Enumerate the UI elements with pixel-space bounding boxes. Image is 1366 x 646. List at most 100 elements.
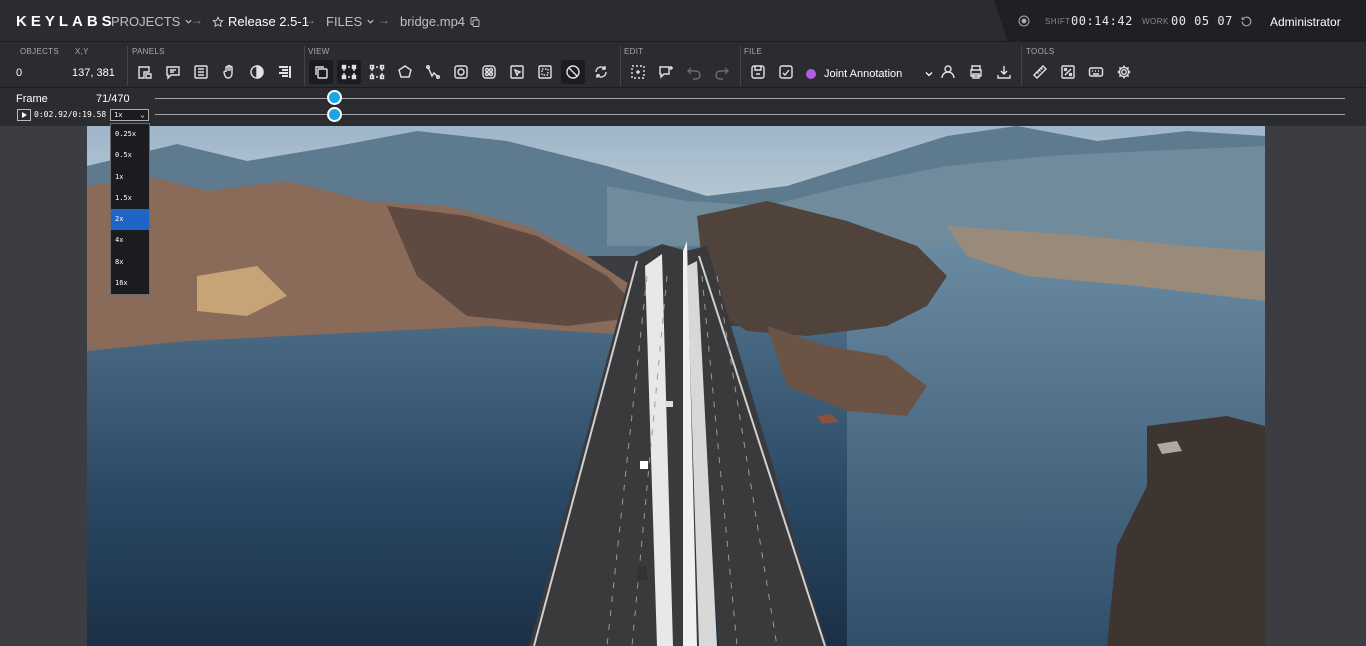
- panel-layout-icon: [138, 66, 152, 79]
- download-button[interactable]: [992, 60, 1016, 84]
- hand-icon: [223, 64, 233, 79]
- undo-button[interactable]: [682, 60, 706, 84]
- history-icon[interactable]: [1240, 15, 1253, 28]
- frame-label: Frame: [16, 93, 48, 105]
- project-crumb[interactable]: Release 2.5-1: [212, 14, 309, 29]
- ruler-tool-button[interactable]: [1028, 60, 1052, 84]
- star-icon[interactable]: [212, 15, 224, 28]
- export-icon: [779, 65, 793, 79]
- print-button[interactable]: [964, 60, 988, 84]
- percent-tool-button[interactable]: [1056, 60, 1080, 84]
- top-bar: KEYLABS PROJECTS → Release 2.5-1 → FILES…: [0, 0, 1366, 42]
- projects-menu[interactable]: PROJECTS: [111, 14, 193, 29]
- speed-option[interactable]: 2x: [111, 209, 149, 231]
- breadcrumb-arrow-icon: →: [304, 13, 316, 27]
- settings-button[interactable]: [1112, 60, 1136, 84]
- assign-user-button[interactable]: [936, 60, 960, 84]
- file-label: FILE: [744, 47, 763, 56]
- divider: [620, 46, 621, 86]
- chevron-down-icon: [367, 19, 374, 24]
- xy-label: X,Y: [75, 47, 89, 56]
- hide-view-button[interactable]: [561, 60, 585, 84]
- annotation-mode-label: Joint Annotation: [824, 68, 903, 80]
- points-view-button[interactable]: [421, 60, 445, 84]
- play-button[interactable]: [17, 109, 31, 121]
- segmentation-icon: [482, 65, 496, 79]
- rotate-view-button[interactable]: [589, 60, 613, 84]
- cursor-coordinates: 137, 381: [72, 67, 115, 79]
- speed-option[interactable]: 1x: [111, 167, 149, 188]
- points-icon: [426, 65, 440, 79]
- printer-icon: [970, 65, 982, 79]
- select-area-icon: [631, 65, 645, 79]
- comment-icon: [166, 66, 180, 80]
- view-label: VIEW: [308, 47, 330, 56]
- polygon-icon: [398, 65, 412, 78]
- frame-scrubber-handle[interactable]: [327, 90, 343, 105]
- add-comment-button[interactable]: [654, 60, 678, 84]
- annotation-color-dot: [806, 69, 816, 79]
- work-timer: 00 05 07: [1171, 14, 1233, 28]
- segmentation-view-button[interactable]: [477, 60, 501, 84]
- save-file-button[interactable]: [746, 60, 770, 84]
- grid-view-button[interactable]: [533, 60, 557, 84]
- duplicate-view-button[interactable]: [309, 60, 333, 84]
- mask-icon: [454, 65, 468, 79]
- comments-panel-button[interactable]: [161, 60, 185, 84]
- grid-icon: [538, 65, 552, 79]
- edit-label: EDIT: [624, 47, 644, 56]
- speed-option[interactable]: 0.25x: [111, 124, 149, 145]
- undo-icon: [687, 67, 701, 80]
- contrast-button[interactable]: [245, 60, 269, 84]
- download-icon: [997, 66, 1011, 79]
- projects-label: PROJECTS: [111, 14, 181, 29]
- align-right-icon: [279, 66, 291, 78]
- cursor-view-button[interactable]: [505, 60, 529, 84]
- layers-panel-button[interactable]: [133, 60, 157, 84]
- tools-label: TOOLS: [1026, 47, 1055, 56]
- annotation-canvas[interactable]: [0, 126, 1366, 646]
- save-icon: [751, 65, 765, 79]
- align-panel-button[interactable]: [273, 60, 297, 84]
- percent-icon: [1061, 65, 1075, 79]
- annotation-mode-select[interactable]: Joint Annotation: [806, 68, 934, 80]
- work-label: WORK: [1142, 17, 1169, 26]
- select-area-button[interactable]: [626, 60, 650, 84]
- polygon-view-button[interactable]: [393, 60, 417, 84]
- playback-speed-select[interactable]: 1x ⌄: [110, 109, 149, 121]
- bounding-box-view-button[interactable]: [337, 60, 361, 84]
- record-icon[interactable]: [1018, 15, 1030, 27]
- copy-icon[interactable]: [469, 16, 481, 28]
- objects-count: 0: [16, 67, 23, 79]
- redo-button[interactable]: [710, 60, 734, 84]
- file-crumb: bridge.mp4: [400, 14, 481, 29]
- playback-speed-dropdown: 0.25x 0.5x 1x 1.5x 2x 4x 8x 16x: [110, 123, 150, 295]
- outline-view-button[interactable]: [365, 60, 389, 84]
- play-icon: [21, 112, 27, 118]
- speed-option[interactable]: 8x: [111, 252, 149, 273]
- list-panel-button[interactable]: [189, 60, 213, 84]
- file-name: bridge.mp4: [400, 14, 466, 29]
- export-file-button[interactable]: [774, 60, 798, 84]
- speed-option[interactable]: 16x: [111, 273, 149, 294]
- speed-option[interactable]: 4x: [111, 230, 149, 251]
- hide-icon: [566, 65, 580, 79]
- files-label: FILES: [326, 14, 363, 29]
- divider: [304, 46, 305, 86]
- chevron-down-icon: ⌄: [140, 110, 145, 119]
- speed-option[interactable]: 1.5x: [111, 188, 149, 209]
- divider: [127, 46, 128, 86]
- hand-panel-button[interactable]: [217, 60, 241, 84]
- user-menu[interactable]: Administrator: [1270, 15, 1341, 29]
- main-toolbar: » OBJECTS X,Y 0 137, 381 PANELS VIEW EDI…: [0, 42, 1366, 120]
- files-menu[interactable]: FILES: [326, 14, 375, 29]
- speed-option[interactable]: 0.5x: [111, 145, 149, 166]
- keyboard-shortcuts-button[interactable]: [1084, 60, 1108, 84]
- ruler-icon: [1033, 65, 1047, 79]
- time-scrubber-handle[interactable]: [327, 107, 343, 122]
- timecode: 0:02.92/0:19.58: [34, 110, 107, 119]
- app-logo[interactable]: KEYLABS: [16, 13, 116, 30]
- keyboard-icon: [1088, 67, 1104, 77]
- mask-view-button[interactable]: [449, 60, 473, 84]
- video-frame[interactable]: [87, 126, 1265, 646]
